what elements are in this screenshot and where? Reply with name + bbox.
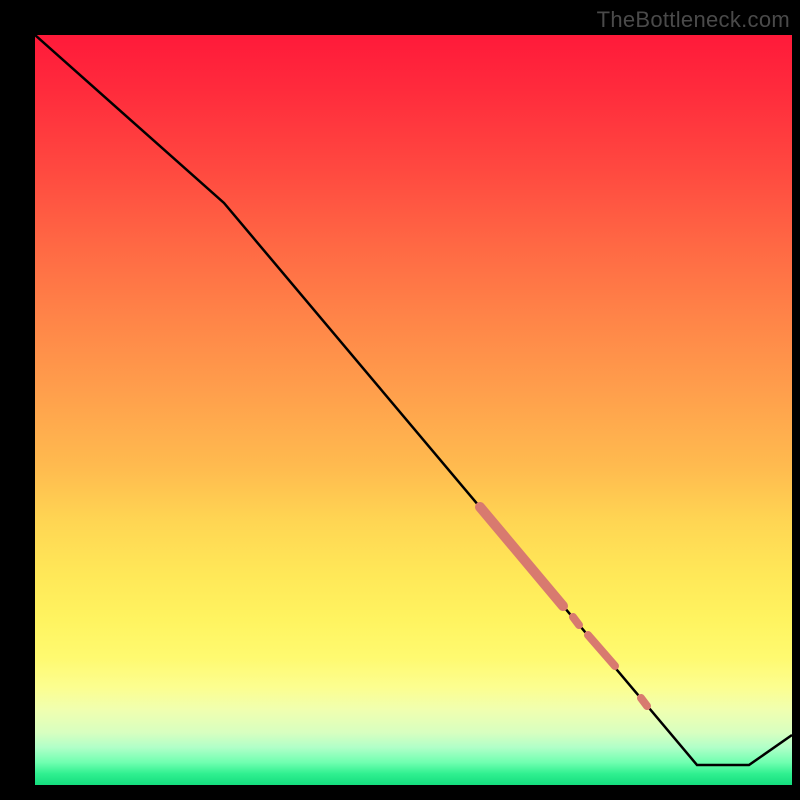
bottleneck-curve	[35, 35, 792, 765]
highlight-segment-2	[573, 617, 579, 625]
watermark-text: TheBottleneck.com	[597, 7, 790, 33]
highlight-segment-3	[588, 635, 615, 666]
chart-area	[35, 35, 792, 785]
chart-svg	[35, 35, 792, 785]
highlight-segment-4	[641, 698, 647, 706]
highlight-segment-1	[480, 507, 563, 606]
